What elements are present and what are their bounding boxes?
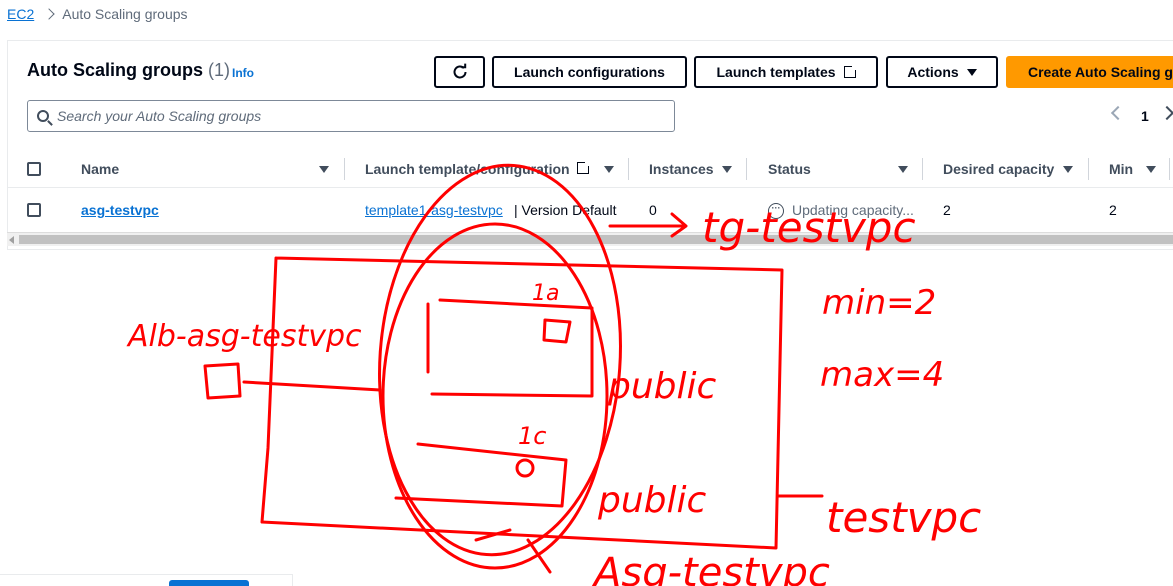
subnet-1c-drawing xyxy=(394,442,568,508)
max-label: max=4 xyxy=(820,355,944,395)
alb-label: Alb-asg-testvpc xyxy=(126,319,362,354)
tg-arrow-drawing xyxy=(608,212,688,238)
alb-shape-drawing xyxy=(203,362,242,400)
az-1c-label: 1c xyxy=(518,422,546,450)
public-subnet-1-label: public xyxy=(607,366,717,407)
vpc-label: testvpc xyxy=(826,493,981,542)
instance-1c-drawing xyxy=(515,458,535,478)
az-1a-label: 1a xyxy=(532,281,559,306)
public-subnet-2-label: public xyxy=(597,480,707,521)
instance-1a-drawing xyxy=(542,318,572,344)
tg-label: tg-testvpc xyxy=(702,203,916,252)
asg-label: Asg-testvpc xyxy=(591,550,830,586)
min-label: min=2 xyxy=(822,283,936,323)
subnet-1a-drawing xyxy=(426,298,594,398)
alb-arrow-drawing xyxy=(242,380,382,392)
handwritten-annotation-layer: Alb-asg-testvpc tg-testvpc min=2 max=4 1… xyxy=(126,163,981,586)
